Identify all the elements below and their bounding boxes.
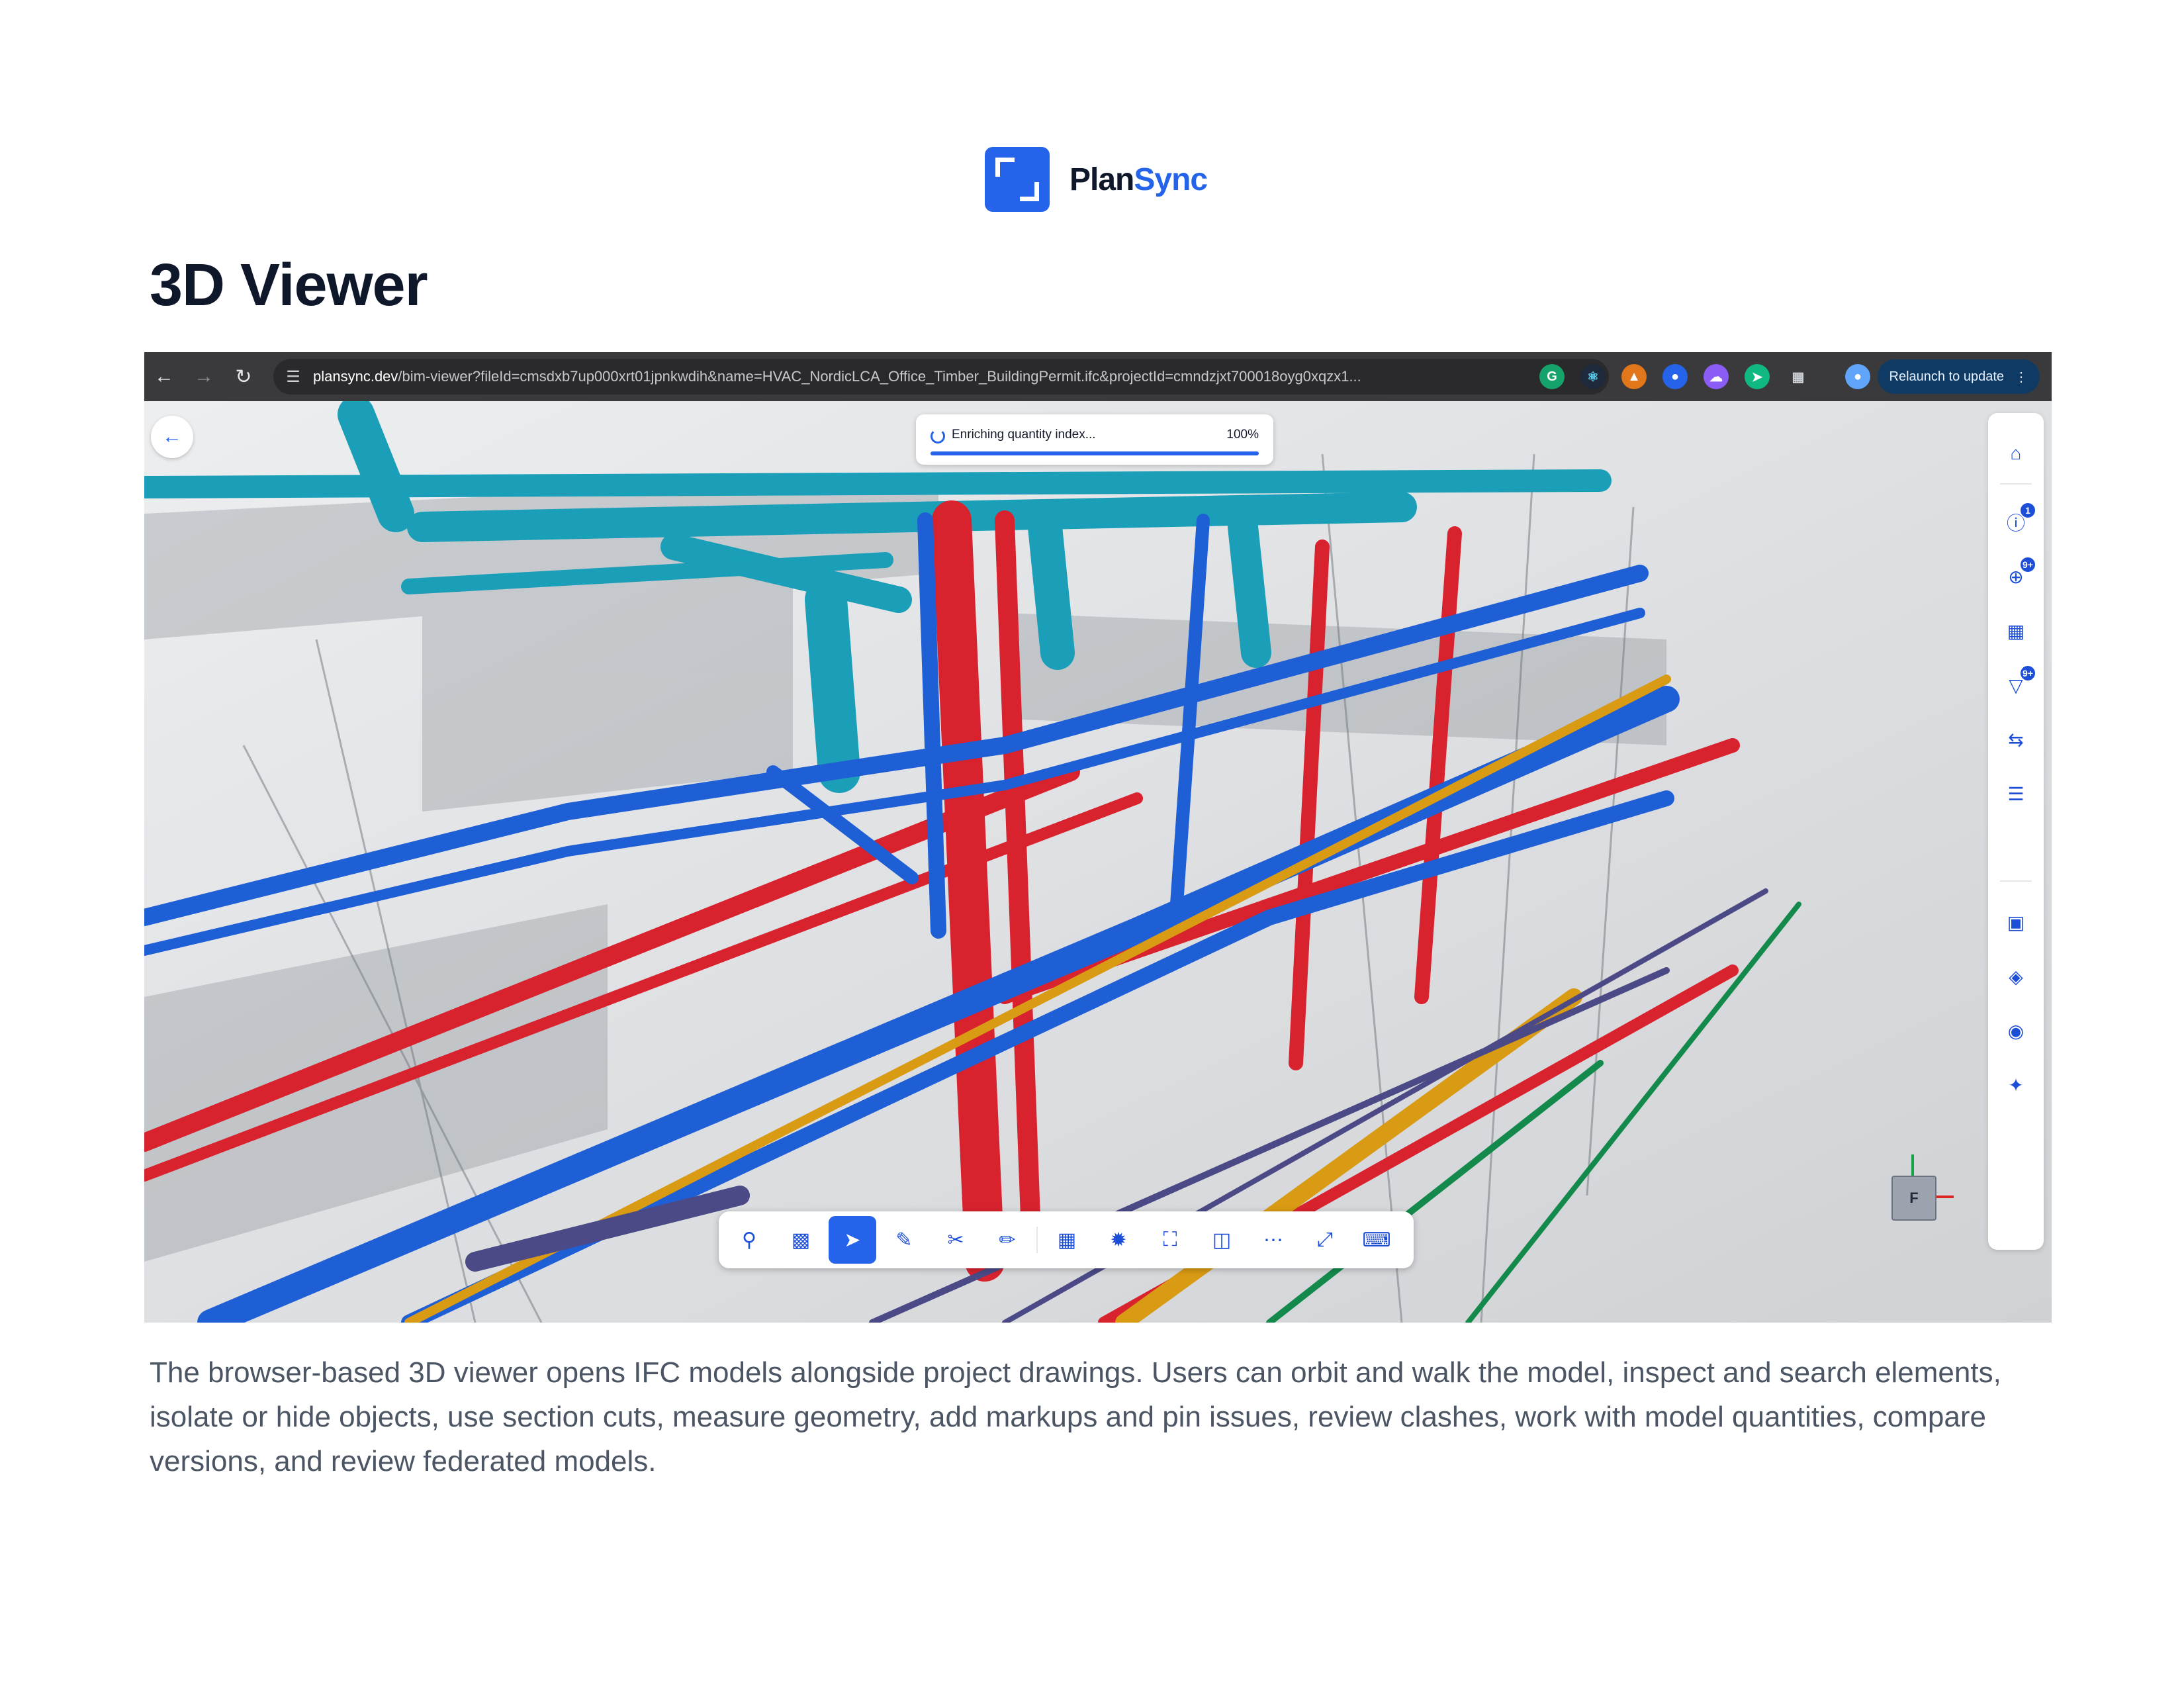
circle-extension-icon[interactable]: ● bbox=[1662, 364, 1688, 389]
bim-model-render[interactable] bbox=[144, 401, 2052, 1323]
quantities-chart-icon[interactable]: ▩ bbox=[777, 1216, 825, 1264]
right-tool-rail: ⌂ ⓘ 1 ⊕ 9+ ▦ ▽ 9+ ⇆ ☰ ▣ ◈ ◉ ✦ bbox=[1988, 413, 2044, 1250]
forward-arrow-icon[interactable]: → bbox=[184, 352, 224, 401]
ghost-extension-icon[interactable]: ☁ bbox=[1704, 364, 1729, 389]
spinner-icon bbox=[931, 429, 945, 444]
progress-bar-fill bbox=[931, 451, 1259, 455]
target-count-badge: 9+ bbox=[2019, 556, 2036, 573]
3d-viewport[interactable]: ← Enriching quantity index... 100% ⌂ ⓘ 1 … bbox=[144, 401, 2052, 1323]
back-arrow-icon[interactable]: ← bbox=[144, 352, 184, 401]
loading-progress-card: Enriching quantity index... 100% bbox=[916, 414, 1273, 465]
focus-search-icon[interactable]: ▣ bbox=[2002, 908, 2030, 936]
progress-percent: 100% bbox=[1226, 428, 1259, 442]
progress-label: Enriching quantity index... bbox=[952, 428, 1096, 442]
address-bar[interactable]: ☰ plansync.dev/bim-viewer?fileId=cmsdxb7… bbox=[273, 359, 1609, 395]
feature-description: The browser-based 3D viewer opens IFC mo… bbox=[150, 1356, 2001, 1477]
split-view-icon[interactable]: ◫ bbox=[1198, 1216, 1246, 1264]
puzzle-extensions-icon[interactable]: ▦ bbox=[1786, 364, 1811, 389]
plansync-logo-mark-icon bbox=[985, 147, 1050, 212]
y-axis-indicator bbox=[1911, 1154, 1914, 1176]
fox-wallet-icon[interactable]: ▲ bbox=[1621, 364, 1647, 389]
markup-pencil-icon[interactable]: ✏ bbox=[983, 1216, 1031, 1264]
measure-ruler-icon[interactable]: ✎ bbox=[880, 1216, 928, 1264]
grid-apps-icon[interactable]: ▦ bbox=[1043, 1216, 1091, 1264]
relaunch-button[interactable]: Relaunch to update ⋮ bbox=[1877, 359, 2040, 394]
issues-count-badge: 1 bbox=[2019, 502, 2036, 519]
arrow-left-icon: ← bbox=[162, 426, 182, 447]
x-axis-indicator bbox=[1934, 1196, 1954, 1198]
extensions-area: G ⚛ ▲ ● ☁ ➤ ▦ ● bbox=[1539, 364, 1870, 389]
section-cut-scissors-icon[interactable]: ✂ bbox=[932, 1216, 979, 1264]
visibility-eye-icon[interactable]: ◉ bbox=[2002, 1017, 2030, 1045]
filter-icon[interactable]: ▽ 9+ bbox=[2002, 665, 2036, 699]
bottom-toolbar: ⚲ ▩ ➤ ✎ ✂ ✏ ▦ ✹ ⛶ ◫ ⋯ ⤢ ⌨ bbox=[719, 1211, 1414, 1268]
home-view-icon[interactable]: ⌂ bbox=[2002, 440, 2030, 467]
browser-toolbar: ← → ↻ ☰ plansync.dev/bim-viewer?fileId=c… bbox=[144, 352, 2052, 401]
cube-face-front[interactable]: F bbox=[1891, 1176, 1936, 1221]
profile-avatar[interactable]: ● bbox=[1845, 364, 1870, 389]
ai-sparkle-icon[interactable]: ✦ bbox=[2002, 1071, 2030, 1099]
site-settings-icon[interactable]: ☰ bbox=[273, 367, 313, 387]
back-button[interactable]: ← bbox=[151, 416, 193, 458]
filter-count-badge: 9+ bbox=[2019, 665, 2036, 682]
more-vertical-icon[interactable]: ⋮ bbox=[2015, 369, 2028, 385]
navigation-cube[interactable]: F bbox=[1886, 1154, 1954, 1227]
issues-icon[interactable]: ⓘ 1 bbox=[2002, 502, 2036, 536]
keyboard-shortcuts-icon[interactable]: ⌨ bbox=[1353, 1216, 1400, 1264]
fullscreen-icon[interactable]: ⤢ bbox=[1301, 1216, 1349, 1264]
plansync-logo: PlanSync bbox=[985, 147, 1208, 212]
federated-models-icon[interactable]: ◈ bbox=[2002, 962, 2030, 990]
cursor-extension-icon[interactable]: ➤ bbox=[1745, 364, 1770, 389]
react-devtools-icon[interactable]: ⚛ bbox=[1580, 364, 1606, 389]
url-text[interactable]: plansync.dev/bim-viewer?fileId=cmsdxb7up… bbox=[313, 368, 1418, 385]
progress-bar bbox=[931, 451, 1259, 455]
page-title: 3D Viewer bbox=[150, 252, 428, 318]
compare-versions-icon[interactable]: ⇆ bbox=[2002, 726, 2030, 753]
table-grid-icon[interactable]: ▦ bbox=[2002, 617, 2030, 645]
brand-name: PlanSync bbox=[1069, 162, 1208, 197]
reload-icon[interactable]: ↻ bbox=[224, 352, 263, 401]
select-cursor-icon[interactable]: ➤ bbox=[829, 1216, 876, 1264]
target-crosshair-icon[interactable]: ⊕ 9+ bbox=[2002, 556, 2036, 590]
fit-view-icon[interactable]: ⛶ bbox=[1146, 1216, 1194, 1264]
grammar-extension-icon[interactable]: G bbox=[1539, 364, 1565, 389]
more-options-icon[interactable]: ⋯ bbox=[1250, 1216, 1297, 1264]
viewer-screenshot: ← → ↻ ☰ plansync.dev/bim-viewer?fileId=c… bbox=[144, 352, 2052, 1323]
search-icon[interactable]: ⚲ bbox=[725, 1216, 773, 1264]
clipboard-icon[interactable]: ☰ bbox=[2002, 780, 2030, 808]
walk-mode-icon[interactable]: ✹ bbox=[1095, 1216, 1142, 1264]
